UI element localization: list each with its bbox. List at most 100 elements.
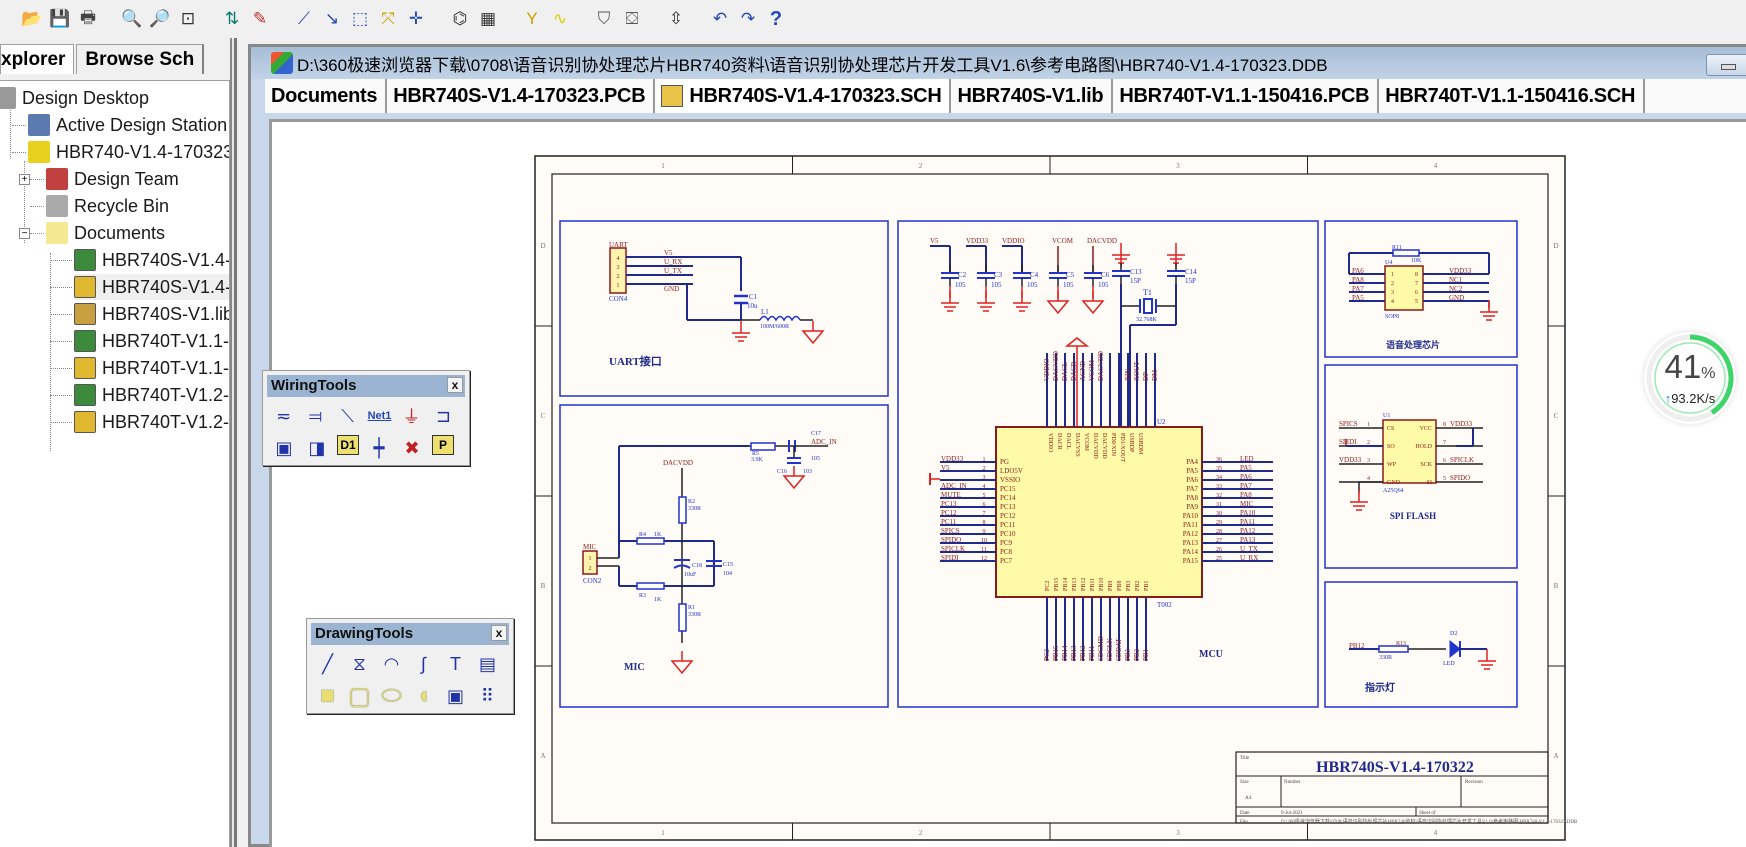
document-tab[interactable]: HBR740S-V1.4-170323.PCB [387,79,656,113]
document-tab[interactable]: HBR740S-V1.4-170323.SCH [655,79,952,113]
zoom-out-icon[interactable]: 🔎 [148,7,172,31]
pin-name: PB9 [1108,581,1114,591]
expand-icon[interactable]: + [19,174,30,185]
net-label-icon[interactable]: Net1 [367,403,392,429]
help-icon[interactable]: ? [764,7,788,31]
tree-item[interactable]: Recycle Bin [46,193,169,219]
recycle-bin-icon [46,195,68,217]
tree-item[interactable]: HBR740S-V1.4- [74,247,229,273]
wrench-icon[interactable]: Y [520,7,544,31]
no-erc-icon[interactable]: ✖ [399,435,425,461]
text-icon[interactable]: T [443,651,468,677]
tree-item[interactable]: HBR740T-V1.1- [74,328,229,354]
tree-item[interactable]: HBR740S-V1.4- [74,274,229,300]
tree-item-label: Documents [74,222,166,243]
net-label: NC2 [1449,285,1463,293]
tree-item[interactable]: HBR740-V1.4-170323 [28,139,229,165]
document-tab[interactable]: HBR740T-V1.1-150416.PCB [1113,79,1380,113]
align-icon[interactable]: ⇳ [664,7,688,31]
pin-number: 10 [981,538,987,544]
close-icon[interactable]: x [447,377,463,393]
net-label: ADC_IN [941,482,967,490]
sheet-symbol-icon[interactable]: ▣ [271,435,297,461]
pin-name: PC9 [1000,539,1013,547]
close-icon[interactable]: x [491,625,507,641]
pie-icon[interactable]: ◖ [411,682,436,709]
schematic-canvas[interactable]: 1 1 2 2 3 3 4 4 D D C C B B A A UART 4 3 2 1 CON4 V5 U_RX U_TX GN… [269,119,1746,847]
line-icon[interactable]: ╱ [315,651,340,677]
zoom-fit-icon[interactable]: ⊡ [176,7,200,31]
tab-explorer[interactable]: xplorer [0,44,75,74]
bus-icon[interactable]: ⫤ [303,403,328,429]
wire-icon[interactable]: ≂ [271,403,296,429]
port-icon[interactable]: D1 [337,435,359,455]
section-title: 指示灯 [1365,681,1395,694]
connector-name: MIC [583,543,597,551]
net-label: SPIDI [1339,438,1357,446]
pcb-layout-directive-icon[interactable]: P [432,435,454,455]
pin-name: DACVDD [1092,433,1098,459]
net-label: VDD33 [966,237,989,245]
sheet-entry-icon[interactable]: ◨ [304,435,330,461]
design-desktop-icon [0,87,16,109]
tree-item[interactable]: HBR740T-V1.2- [74,409,229,435]
move-cross-icon[interactable]: ✛ [404,7,428,31]
tree-item-label: Design Team [74,168,179,189]
place-part-icon[interactable]: ⛉ [592,7,616,31]
part-icon[interactable]: ⊐ [431,403,456,429]
rectangle-icon[interactable]: ■ [315,682,340,709]
bezier-icon[interactable]: ∫ [411,651,436,677]
wand-icon[interactable]: ✎ [248,7,272,31]
tree-item[interactable]: HBR740T-V1.1- [74,355,229,381]
text-frame-icon[interactable]: ▤ [475,651,500,677]
drawing-tools-palette[interactable]: DrawingTools x ╱ ⧖ ◠ ∫ T ▤ ■ ▢ ⬭ ◖ ▣ ⠿ [306,618,514,714]
undo-icon[interactable]: ↶ [708,7,732,31]
pin-number: 31 [1216,502,1222,508]
tree-item[interactable]: HBR740T-V1.2- [74,382,229,408]
minimize-button[interactable] [1706,54,1746,76]
pin-name: PA7 [1186,485,1198,493]
zoom-in-icon[interactable]: 🔍 [120,7,144,31]
tab-browse-sch[interactable]: Browse Sch [76,44,205,74]
print-icon[interactable]: 🖶 [76,7,100,31]
wiring-tools-title[interactable]: WiringTools x [267,375,465,397]
wiring-tools-palette[interactable]: WiringTools x ≂ ⫤ ⟍ Net1 ⏚ ⊐ ▣ ◨ D1 ┿ ✖ P [262,370,470,466]
tree-item[interactable]: HBR740S-V1.lib [74,301,229,327]
simulate-icon[interactable]: ∿ [548,7,572,31]
select-rect-icon[interactable]: ⬚ [348,7,372,31]
browse-component-icon[interactable]: ⌬ [448,7,472,31]
array-paste-icon[interactable]: ⠿ [475,683,500,709]
ellipse-icon[interactable]: ⬭ [379,682,404,709]
zone-label: B [541,582,546,590]
tree-item[interactable]: Design Desktop [0,85,149,111]
save-icon[interactable]: 💾 [48,7,72,31]
round-rectangle-icon[interactable]: ▢ [347,683,372,710]
zone-label: 4 [1434,162,1438,170]
open-folder-icon[interactable]: 📂 [20,7,44,31]
tree-item[interactable]: Active Design Station [28,112,227,138]
junction-icon[interactable]: ┿ [366,435,392,461]
tree-item[interactable]: Documents [46,220,165,246]
pin-number: 4 [1367,476,1370,482]
drawing-tools-title[interactable]: DrawingTools x [311,623,509,645]
document-tab[interactable]: HBR740T-V1.1-150416.SCH [1379,79,1646,113]
graphic-icon[interactable]: ▣ [443,683,468,709]
document-tab[interactable]: Documents [265,79,388,113]
component-table-icon[interactable]: ▦ [476,7,500,31]
cut-wire-icon[interactable]: ⟋ [292,7,316,31]
redo-icon[interactable]: ↷ [736,7,760,31]
power-port-icon[interactable]: ⏚ [399,403,424,429]
drag-icon[interactable]: ↘ [320,7,344,31]
network-speed-widget[interactable]: 41% ↑93.2K/s [1644,332,1736,424]
collapse-icon[interactable]: − [19,228,30,239]
arc-icon[interactable]: ◠ [379,651,404,677]
deselect-icon[interactable]: ⤧ [376,7,400,31]
tree-line [50,422,72,423]
up-down-hierarchy-icon[interactable]: ⇅ [220,7,244,31]
find-part-icon[interactable]: ⛋ [620,7,644,31]
tree-item[interactable]: Design Team [46,166,179,192]
sheet-size: A4 [1245,796,1252,801]
bus-entry-icon[interactable]: ⟍ [335,403,360,429]
polygon-icon[interactable]: ⧖ [347,651,372,677]
document-tab[interactable]: HBR740S-V1.lib [951,79,1114,113]
